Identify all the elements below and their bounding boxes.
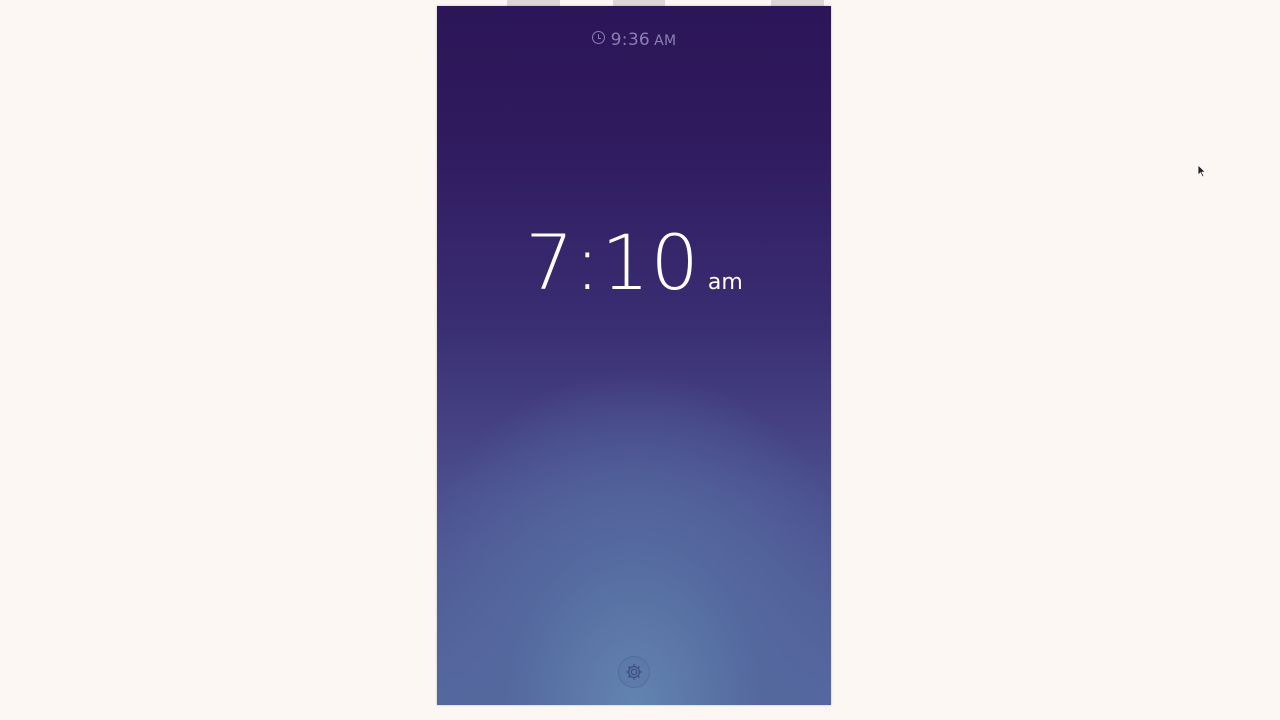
alarm-screen[interactable]: 9:36 AM 7:10 am [437, 6, 831, 705]
alarm-time[interactable]: 7:10 [525, 218, 700, 307]
current-time-meridiem: AM [654, 33, 677, 49]
alarm-time-display[interactable]: 7:10 am [437, 218, 831, 307]
clock-icon [591, 31, 605, 44]
gear-icon [626, 664, 642, 680]
settings-button[interactable] [618, 656, 650, 688]
alarm-meridiem[interactable]: am [708, 270, 743, 295]
current-time: 9:36 [610, 30, 651, 50]
mouse-cursor-icon [1197, 164, 1207, 178]
status-bar: 9:36 AM [437, 30, 831, 50]
page: 9:36 AM 7:10 am [0, 0, 1280, 720]
